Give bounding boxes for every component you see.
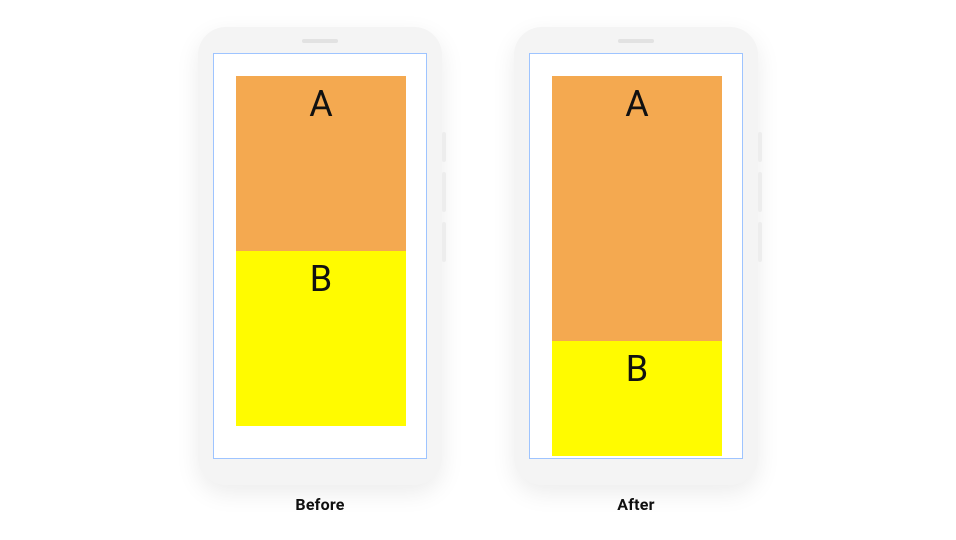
phone-speaker [618, 39, 654, 43]
box-a: A [552, 76, 722, 341]
box-b: B [236, 251, 406, 426]
box-a: A [236, 76, 406, 251]
phone-before: A B Before [198, 27, 442, 514]
phone-speaker [302, 39, 338, 43]
phone-screen: A B [213, 53, 427, 459]
caption-after: After [617, 495, 654, 514]
diagram-stage: A B Before A B After [0, 0, 956, 540]
layout-boxes: A B [552, 76, 722, 456]
layout-boxes: A B [236, 76, 406, 426]
phone-frame: A B [198, 27, 442, 485]
phone-side-button [442, 132, 446, 162]
phone-side-button [442, 172, 446, 212]
box-b: B [552, 341, 722, 456]
phone-side-button [758, 132, 762, 162]
phone-side-button [758, 222, 762, 262]
phone-frame: A B [514, 27, 758, 485]
phone-screen: A B [529, 53, 743, 459]
phone-side-button [758, 172, 762, 212]
phone-side-button [442, 222, 446, 262]
phone-after: A B After [514, 27, 758, 514]
caption-before: Before [295, 495, 344, 514]
